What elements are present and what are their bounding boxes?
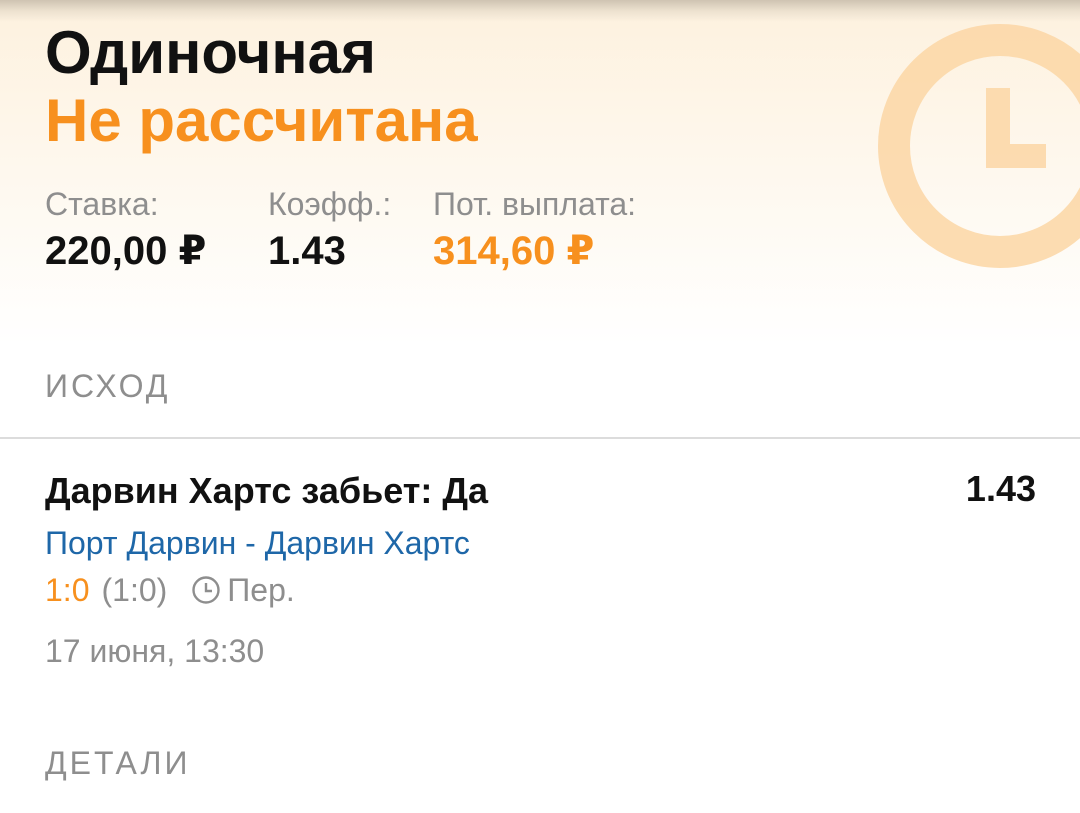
match-link[interactable]: Порт Дарвин - Дарвин Хартс: [45, 522, 470, 564]
halftime-score: (1:0): [101, 572, 168, 608]
outcome-odds: 1.43: [965, 468, 1036, 509]
clock-icon: [192, 576, 220, 604]
outcome-section-title: ИСХОД: [45, 368, 171, 404]
payout-block: Пот. выплата: 314,60 ₽: [433, 184, 636, 276]
bet-details-page: Одиночная Не рассчитана Ставка: 220,00 ₽…: [0, 0, 1080, 813]
match-datetime: 17 июня, 13:30: [45, 633, 265, 669]
odds-label: Коэфф.:: [268, 186, 392, 222]
current-score: 1:0: [45, 572, 90, 608]
odds-value: 1.43: [268, 229, 346, 273]
outcome-selection: Дарвин Хартс забьет: Да: [45, 470, 489, 511]
stake-value: 220,00 ₽: [45, 229, 207, 273]
score-row: 1:0 (1:0) Пер.: [45, 569, 295, 611]
payout-label: Пот. выплата:: [433, 186, 637, 222]
stake-label: Ставка:: [45, 186, 159, 222]
bet-type-title: Одиночная: [45, 19, 376, 86]
details-section-title: ДЕТАЛИ: [45, 745, 191, 781]
bet-summary-header: Одиночная Не рассчитана Ставка: 220,00 ₽…: [0, 0, 1080, 345]
bet-status: Не рассчитана: [45, 87, 478, 154]
match-period: Пер.: [227, 572, 295, 608]
payout-value: 314,60 ₽: [433, 229, 595, 273]
clock-icon: [878, 24, 1080, 268]
stake-block: Ставка: 220,00 ₽: [45, 184, 206, 276]
section-divider: [0, 437, 1080, 439]
odds-block: Коэфф.: 1.43: [268, 184, 391, 276]
